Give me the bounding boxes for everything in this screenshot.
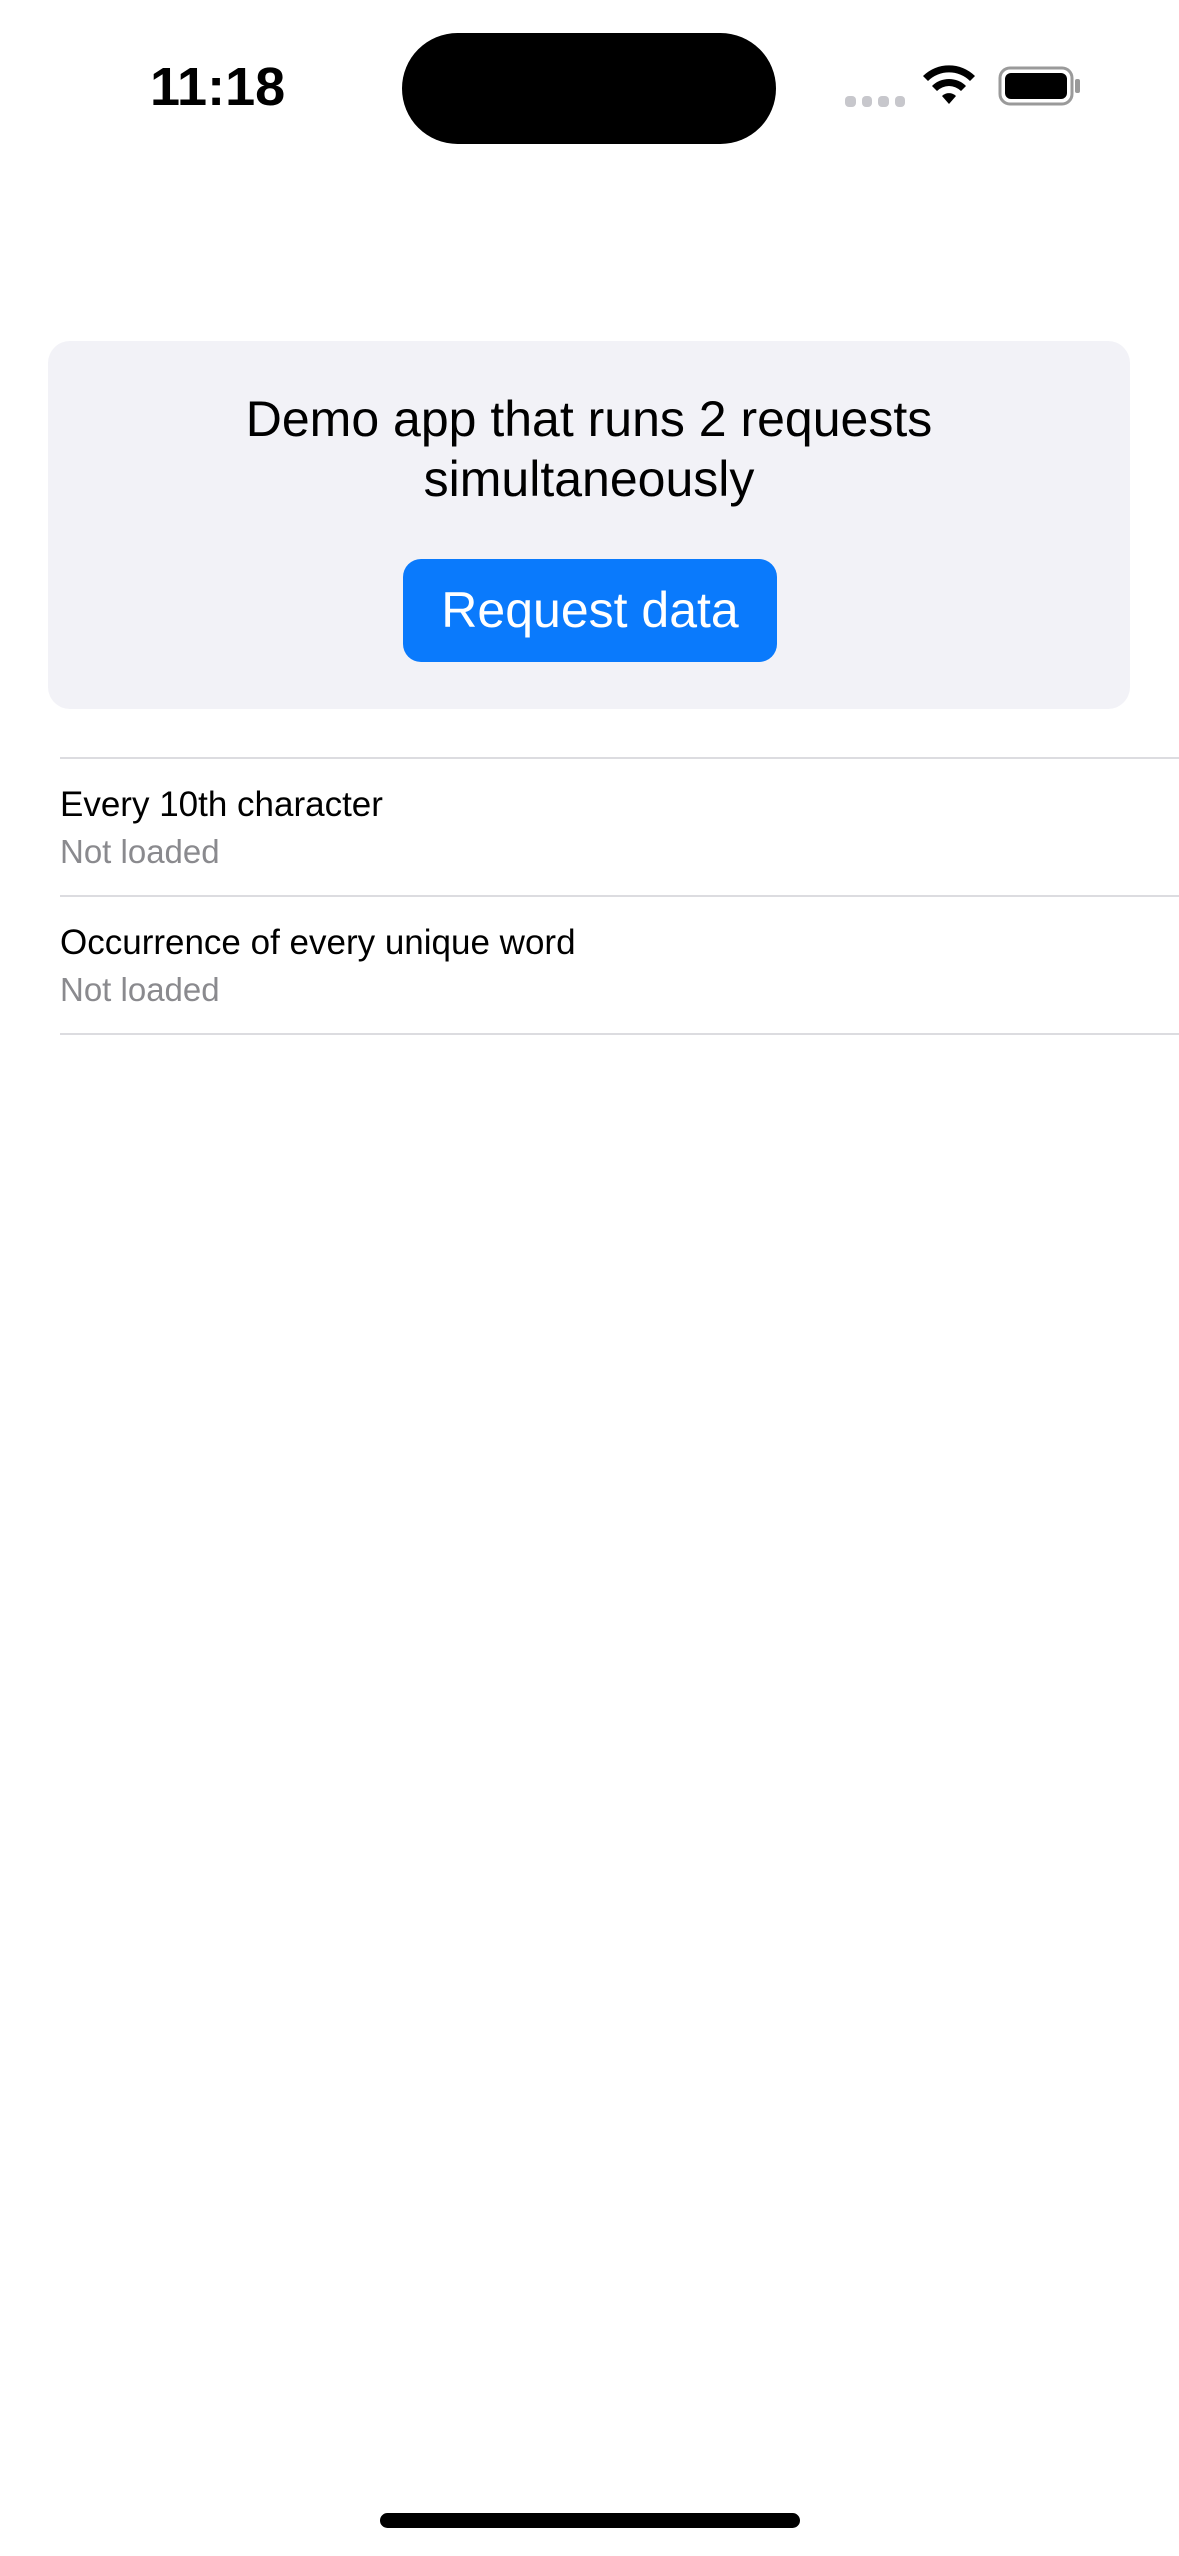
cellular-signal-icon <box>845 96 905 110</box>
list-item-every-10th-character[interactable]: Every 10th character Not loaded <box>60 759 1179 895</box>
dynamic-island <box>402 33 776 144</box>
battery-icon <box>998 66 1080 106</box>
list-item-unique-word-occurrence[interactable]: Occurrence of every unique word Not load… <box>60 897 1179 1033</box>
results-list: Every 10th character Not loaded Occurren… <box>60 757 1179 1035</box>
list-item-status: Not loaded <box>60 971 220 1008</box>
request-data-button[interactable]: Request data <box>403 559 777 662</box>
home-indicator[interactable] <box>380 2513 800 2528</box>
list-item-title: Every 10th character <box>60 785 383 824</box>
wifi-icon <box>923 65 975 104</box>
status-bar-time: 11:18 <box>150 57 286 117</box>
list-divider <box>60 1033 1179 1035</box>
list-item-title: Occurrence of every unique word <box>60 923 576 962</box>
card-title: Demo app that runs 2 requests simultaneo… <box>245 391 933 507</box>
intro-card: Demo app that runs 2 requests simultaneo… <box>48 341 1130 709</box>
list-item-status: Not loaded <box>60 833 220 870</box>
